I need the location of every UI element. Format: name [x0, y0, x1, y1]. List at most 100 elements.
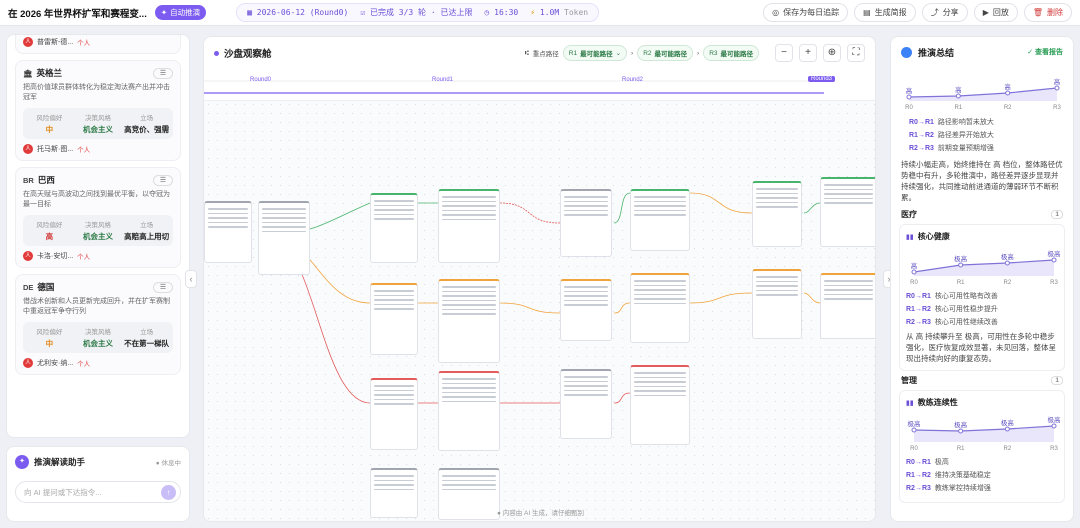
trend-round-label: R3: [1050, 280, 1058, 286]
flow-node[interactable]: [560, 189, 612, 257]
flow-node[interactable]: [560, 369, 612, 439]
country-name: 德国: [37, 282, 55, 292]
legend-item: R0→R1 路径影响暂未放大: [909, 119, 994, 126]
flow-node[interactable]: [438, 279, 500, 363]
trend-level-label: 极高: [1048, 249, 1062, 258]
menu-icon[interactable]: ☰: [153, 67, 173, 79]
path-chip-r1[interactable]: R1 最可能路径 ⌄: [562, 45, 628, 61]
persona-row[interactable]: 人 托马斯·图... 个人: [23, 144, 173, 154]
legend-item: R1→R2 路径差异开始放大: [909, 132, 994, 139]
share-button[interactable]: ⤴ 分享: [921, 3, 968, 22]
status-pill: ▦ 2026-06-12 (Round0) ☑ 已完成 3/3 轮 · 已达上限…: [236, 3, 600, 22]
zoom-in-button[interactable]: +: [799, 44, 817, 62]
flow-node[interactable]: [820, 177, 875, 247]
flow-node[interactable]: [752, 269, 802, 339]
section-medical: 医疗 1: [901, 209, 1063, 220]
flow-node[interactable]: [630, 273, 690, 343]
sparkle-icon: ✦: [160, 8, 168, 17]
trend-round-label: R2: [1003, 280, 1011, 286]
avatar: 人: [23, 144, 33, 154]
share-icon: ⤴: [930, 8, 939, 17]
persona-row[interactable]: 人 尤利安·纳... 个人: [23, 358, 173, 368]
menu-icon[interactable]: ☰: [153, 174, 173, 186]
zoom-out-button[interactable]: −: [775, 44, 793, 62]
country-card-england[interactable]: 🏛 英格兰 ☰ 把高价值球员群体转化为稳定淘汰赛产出并冲击冠军 风险偏好中 决策…: [15, 60, 181, 161]
chevron-down-icon: ⌄: [615, 50, 622, 57]
flag-icon: DE: [23, 282, 34, 292]
sandbox-canvas-panel: 沙盘观察舱 ⑆ 重点路径 R1 最可能路径 ⌄ › R2 最可能路径 › R3 最可能路…: [203, 36, 876, 522]
assistant-input[interactable]: 向 AI 提问或下达指令... ↑: [15, 481, 181, 503]
avatar: 人: [23, 37, 33, 47]
flow-node[interactable]: [752, 181, 802, 247]
document-icon: ▤: [863, 8, 871, 17]
flow-node[interactable]: [438, 371, 500, 451]
trend-point: [911, 427, 917, 433]
top-bar: 在 2026 年世界杯扩军和赛程变... ✦ 自动推演 ▦ 2026-06-12…: [0, 0, 1080, 26]
flow-node[interactable]: [630, 365, 690, 445]
flow-node[interactable]: [204, 201, 252, 263]
collapse-left-button[interactable]: ‹: [185, 270, 197, 288]
trend-level-label: 极高: [1048, 415, 1062, 424]
trend-level-label: 极高: [954, 254, 968, 263]
delete-button[interactable]: 🗑 删除: [1023, 3, 1072, 22]
path-chip-r2[interactable]: R2 最可能路径: [637, 45, 694, 61]
legend-item: R0→R1 极高: [906, 459, 949, 466]
trend-round-label: R0: [910, 446, 918, 452]
stats-row: 风险偏好中 决策风格 机会主义 立场 不在第一梯队: [23, 322, 173, 353]
legend-item: R2→R3 核心可用性继续改善: [906, 319, 998, 326]
flow-node[interactable]: [370, 378, 418, 450]
persona-row[interactable]: 人 普雷斯-德... 个人: [23, 37, 173, 47]
section-manage: 管理 1: [901, 375, 1063, 386]
trend-level-label: 极高: [1001, 252, 1015, 261]
country-name: 英格兰: [36, 68, 63, 78]
metric-card-coach[interactable]: ▮▮ 教练连续性 极高 R0 极高 R1 极高 R2 极高 R3 R0→R1 极高 R1→R2 维持…: [899, 390, 1065, 503]
replay-button[interactable]: ▶ 回放: [973, 3, 1018, 22]
canvas-area[interactable]: Round0 Round1 Round2 Round3 ● 内容由 AI 生成，…: [204, 73, 875, 521]
trend-level-label: 极高: [1001, 418, 1015, 427]
save-tracking-button[interactable]: ◎ 保存为每日追踪: [763, 3, 849, 22]
trend-area: [914, 426, 1054, 442]
flow-node[interactable]: [438, 189, 500, 263]
flow-node[interactable]: [258, 201, 310, 275]
trend-area: [914, 260, 1054, 276]
path-chip-r3[interactable]: R3 最可能路径: [703, 45, 759, 61]
trend-point: [1004, 260, 1010, 266]
country-card-brazil[interactable]: BR 巴西 ☰ 在高天赋与高波动之间找到最优平衡，以夺冠为最一目标 风险偏好高 …: [15, 167, 181, 268]
send-button[interactable]: ↑: [161, 484, 176, 500]
trend-point: [958, 262, 964, 268]
metric-card-health[interactable]: ▮▮ 核心健康 高 R0 极高 R1 极高 R2 极高 R3 R0→R1 核心可用性略有改善 R1…: [899, 224, 1065, 371]
menu-icon[interactable]: ☰: [153, 281, 173, 293]
trend-point: [955, 93, 961, 99]
trend-level-label: 高: [906, 86, 913, 95]
locate-button[interactable]: ⊕: [823, 44, 841, 62]
ai-disclaimer: ● 内容由 AI 生成，请仔细甄别: [497, 510, 584, 517]
view-report-link[interactable]: ✓ 查看报告: [1027, 47, 1063, 57]
replay-icon: ▶: [982, 8, 989, 17]
flow-node[interactable]: [370, 283, 418, 355]
legend-item: R0→R1 核心可用性略有改善: [906, 293, 998, 300]
legend-item: R1→R2 核心可用性稳步提升: [906, 306, 998, 313]
trend-level-label: 高: [1054, 77, 1061, 86]
path-icon: ⑆: [524, 49, 529, 57]
country-card-germany[interactable]: DE 德国 ☰ 借战术创新和人员更新完成回升，并在扩军赛制中重返冠军争夺行列 风…: [15, 274, 181, 375]
canvas-title: 沙盘观察舱: [214, 46, 272, 60]
country-desc: 把高价值球员群体转化为稳定淘汰赛产出并冲击冠军: [23, 84, 170, 101]
legend-item: R2→R3 教练掌控持续增强: [906, 485, 991, 492]
fullscreen-button[interactable]: ⛶: [847, 44, 865, 62]
flow-node[interactable]: [630, 189, 690, 251]
flow-node[interactable]: [820, 273, 875, 339]
bookmark-icon: ◎: [772, 8, 780, 17]
flow-node[interactable]: [370, 193, 418, 263]
trend-chart-health: 高 R0 极高 R1 极高 R2 极高 R3: [910, 249, 1062, 286]
trend-point: [1004, 426, 1010, 432]
legend-item: R1→R2 维持决策基础稳定: [906, 472, 991, 479]
country-list: 人 普雷斯-德... 个人 🏛 英格兰 ☰ 把高价值球员群体转化为稳定淘汰赛产出…: [6, 34, 190, 438]
country-card[interactable]: 人 普雷斯-德... 个人: [15, 35, 181, 54]
generate-report-button[interactable]: ▤ 生成简报: [854, 3, 916, 22]
trend-level-label: 极高: [954, 420, 968, 429]
flow-node[interactable]: [560, 279, 612, 341]
assistant-panel: ✦ 推演解读助手 ● 休息中 向 AI 提问或下达指令... ↑: [6, 446, 190, 522]
persona-row[interactable]: 人 卡洛·安切... 个人: [23, 251, 173, 261]
assistant-status: ● 休息中: [155, 460, 181, 467]
trend-round-label: R1: [957, 280, 965, 286]
